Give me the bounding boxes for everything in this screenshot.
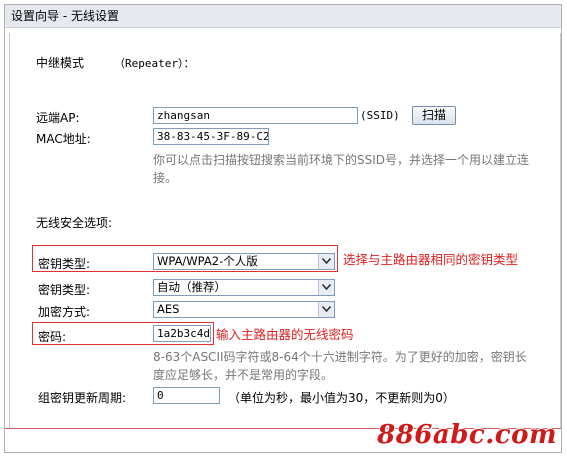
- password-annotation: 输入主路由器的无线密码: [216, 327, 354, 342]
- chevron-down-icon[interactable]: [318, 254, 334, 269]
- remote-ap-label: 远端AP:: [36, 111, 80, 125]
- password-hint: 8-63个ASCII码字符或8-64个十六进制字符。为了更好的加密，密钥长度应足…: [153, 350, 527, 382]
- remote-ap-input[interactable]: zhangsan: [153, 107, 358, 124]
- key-type-select[interactable]: WPA/WPA2-个人版: [153, 253, 335, 270]
- password-label: 密码:: [38, 330, 67, 344]
- key-type-label: 密钥类型:: [38, 257, 91, 271]
- encryption-label: 加密方式:: [38, 305, 91, 319]
- mode-label: 中继模式: [36, 56, 85, 70]
- password-input[interactable]: 1a2b3c4d: [153, 325, 211, 342]
- group-key-hint: （单位为秒，最小值为30，不更新则为0）: [228, 391, 455, 405]
- group-key-label: 组密钥更新周期:: [38, 391, 127, 405]
- security-heading: 无线安全选项:: [36, 216, 113, 230]
- mac-label: MAC地址:: [36, 132, 91, 146]
- settings-form: 中继模式 （Repeater）： 远端AP: zhangsan (SSID) 扫…: [9, 33, 561, 428]
- chevron-down-icon[interactable]: [318, 302, 334, 317]
- key-type2-label: 密钥类型:: [38, 283, 91, 297]
- encryption-select[interactable]: AES: [153, 301, 335, 318]
- chevron-down-icon[interactable]: [318, 280, 334, 295]
- ssid-suffix: (SSID): [360, 109, 400, 122]
- mode-value: （Repeater）：: [114, 57, 195, 70]
- key-type-value: WPA/WPA2-个人版: [157, 254, 258, 268]
- scan-hint: 你可以点击扫描按钮搜索当前环境下的SSID号，并选择一个用以建立连接。: [153, 153, 530, 185]
- group-key-input[interactable]: 0: [153, 387, 220, 404]
- encryption-value: AES: [157, 302, 180, 316]
- watermark-logo: 886abc.com: [377, 420, 557, 450]
- key-type2-value: 自动（推荐）: [157, 280, 226, 294]
- window-title: 设置向导 - 无线设置: [5, 5, 561, 28]
- key-type2-select[interactable]: 自动（推荐）: [153, 279, 335, 296]
- mac-input[interactable]: 38-83-45-3F-89-C2: [153, 128, 269, 145]
- scan-button[interactable]: 扫描: [412, 106, 456, 125]
- key-type-annotation: 选择与主路由器相同的密钥类型: [343, 252, 519, 267]
- wizard-panel: 设置向导 - 无线设置 中继模式 （Repeater）： 远端AP: zhang…: [4, 4, 562, 453]
